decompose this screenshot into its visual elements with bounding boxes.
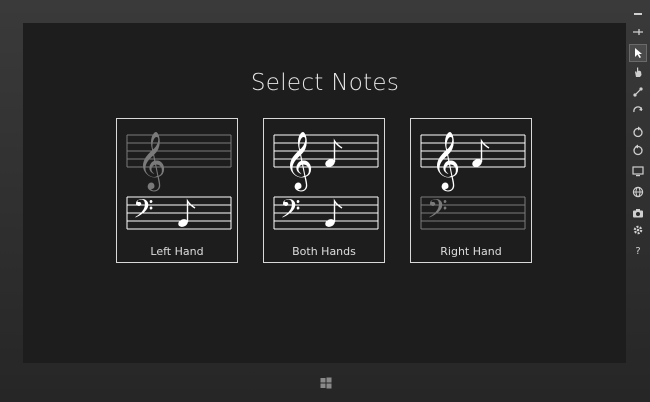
pinch-icon <box>633 87 643 97</box>
rotation-touch-button[interactable] <box>630 102 646 118</box>
rotate-clockwise-icon <box>633 126 643 138</box>
help-button[interactable]: ? <box>630 244 646 260</box>
treble-clef-icon: 𝄞 <box>137 131 167 192</box>
simulator-toolbar: ? <box>626 0 650 402</box>
camera-icon <box>633 209 643 218</box>
rotate-counterclockwise-button[interactable] <box>630 142 646 158</box>
pin-icon <box>633 29 643 35</box>
both-hands-staves: 𝄞 𝄢 <box>273 131 379 231</box>
windows-button[interactable] <box>318 375 334 391</box>
rotate-counterclockwise-icon <box>633 144 643 156</box>
monitor-icon <box>632 166 644 177</box>
screenshot-button[interactable] <box>630 205 646 221</box>
settings-button[interactable] <box>630 222 646 238</box>
change-resolution-button[interactable] <box>630 163 646 179</box>
left-hand-card[interactable]: 𝄞 𝄢 Left Hand <box>116 118 238 263</box>
minimize-icon <box>634 13 642 15</box>
page-title: Select Notes <box>250 70 400 96</box>
right-hand-label: Right Hand <box>440 245 502 258</box>
treble-clef-icon: 𝄞 <box>431 131 461 192</box>
globe-icon <box>632 186 644 198</box>
bass-clef-icon: 𝄢 <box>427 193 448 231</box>
quarter-note-icon <box>325 138 343 167</box>
quarter-note-icon <box>472 138 490 167</box>
windows-logo-icon <box>320 377 332 389</box>
rotate-touch-icon <box>633 106 643 113</box>
set-location-button[interactable] <box>630 184 646 200</box>
bass-clef-icon: 𝄢 <box>280 193 301 231</box>
hand-icon <box>635 67 642 77</box>
rotate-clockwise-button[interactable] <box>630 124 646 140</box>
bass-clef-icon: 𝄢 <box>133 193 154 231</box>
both-hands-label: Both Hands <box>292 245 356 258</box>
touch-mode-button[interactable] <box>630 64 646 80</box>
always-on-top-button[interactable] <box>630 24 646 40</box>
right-hand-staves: 𝄞 𝄢 <box>420 131 526 231</box>
minimize-button[interactable] <box>630 6 646 22</box>
left-hand-label: Left Hand <box>150 245 204 258</box>
right-hand-card[interactable]: 𝄞 𝄢 Right Hand <box>410 118 532 263</box>
mouse-mode-button[interactable] <box>629 44 647 62</box>
both-hands-card[interactable]: 𝄞 𝄢 Both Hands <box>263 118 385 263</box>
pointer-icon <box>635 48 642 58</box>
gear-icon <box>633 225 643 235</box>
pinch-zoom-button[interactable] <box>630 84 646 100</box>
left-hand-staves: 𝄞 𝄢 <box>126 131 232 231</box>
treble-clef-icon: 𝄞 <box>284 131 314 192</box>
